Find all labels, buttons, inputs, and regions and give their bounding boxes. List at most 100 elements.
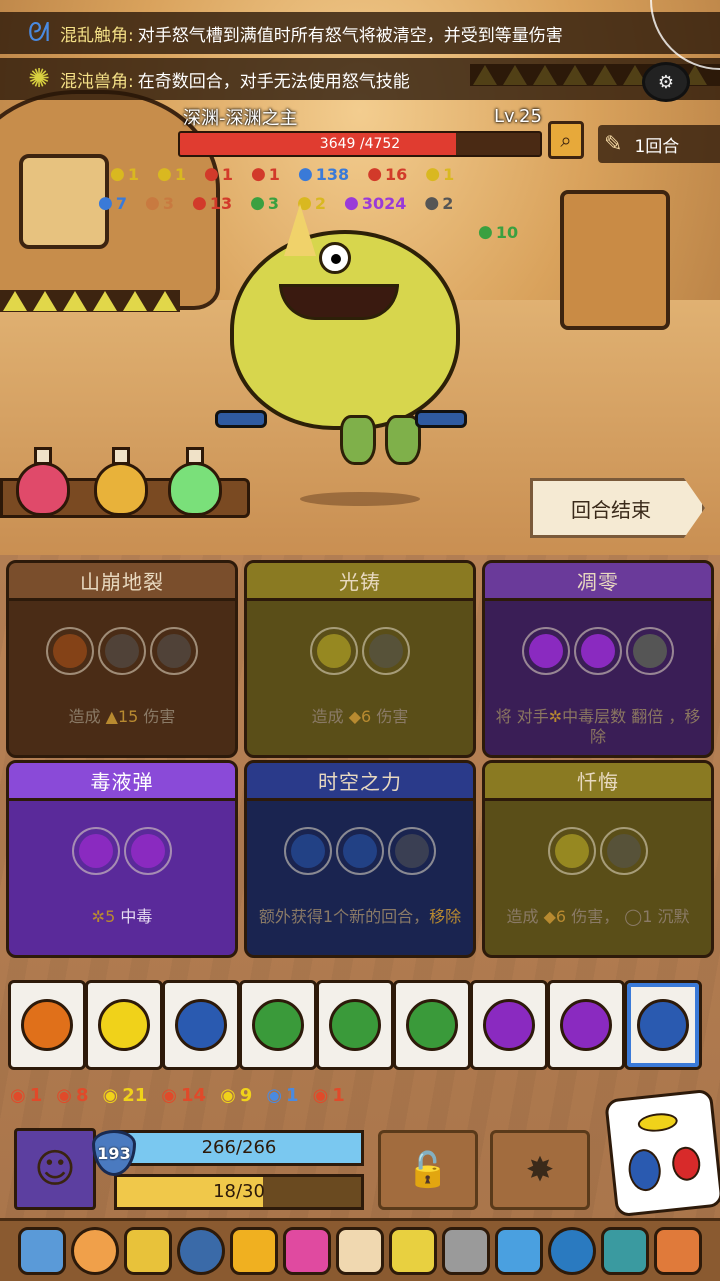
fruit-die[interactable] <box>624 980 702 1070</box>
dice-slot[interactable] <box>124 827 172 875</box>
fruit-icon <box>529 634 563 668</box>
reroll-button[interactable]: ✸ <box>490 1130 590 1210</box>
relic-meat-icon[interactable] <box>654 1227 702 1275</box>
fruit-die[interactable] <box>8 980 86 1070</box>
blueberry-icon <box>637 999 689 1051</box>
player-rage-bar: 18/30 <box>114 1174 364 1210</box>
buff-value: 1 <box>268 164 280 184</box>
chat-icon: ● <box>98 193 113 213</box>
dice-slot[interactable] <box>284 827 332 875</box>
dice-slots[interactable] <box>247 627 473 675</box>
dice-slot[interactable] <box>574 627 622 675</box>
squid-icon: ᘛ <box>27 17 51 48</box>
status-value: 21 <box>122 1085 148 1106</box>
player-status: ◉ 14 <box>161 1085 206 1106</box>
fruit-die[interactable] <box>393 980 471 1070</box>
dice-slots[interactable] <box>9 627 235 675</box>
inspect-button[interactable]: ⌕ <box>548 121 584 159</box>
dice-slot[interactable] <box>150 627 198 675</box>
skill-card[interactable]: 时空之力 额外获得1个新的回合，移除 <box>244 760 476 958</box>
unlock-button[interactable]: 🔓 <box>378 1130 478 1210</box>
skill-card[interactable]: 忏悔 造成 ◆6 伤害， ◯1 沉默 <box>482 760 714 958</box>
potion-red[interactable] <box>16 447 70 516</box>
relic-donut-icon[interactable] <box>71 1227 119 1275</box>
fruit-die[interactable] <box>239 980 317 1070</box>
dice-slot[interactable] <box>548 827 596 875</box>
roll-dice-button[interactable] <box>604 1088 720 1218</box>
gear-icon: ◉ <box>56 1085 72 1106</box>
trait-name: 混乱触角: <box>60 25 134 46</box>
dice-slot[interactable] <box>362 627 410 675</box>
dice-slots[interactable] <box>485 827 711 875</box>
end-turn-button[interactable]: 回合结束 <box>530 478 705 538</box>
player-status-row: ◉ 1 ◉ 8 ◉ 21 ◉ 14 ◉ 9 ◉ 1 ◉ 1 <box>10 1085 345 1106</box>
effect-value: 移除 <box>429 907 462 926</box>
potion-yellow[interactable] <box>94 447 148 516</box>
player-status: ◉ 1 <box>10 1085 42 1106</box>
buff-value: 1 <box>127 164 139 184</box>
dice-slot[interactable] <box>98 627 146 675</box>
lemon-icon <box>636 1111 679 1134</box>
boss-trait-banner-2: ✺ 混沌兽角: 在奇数回合，对手无法使用怒气技能 <box>0 58 720 100</box>
settings-gear-icon[interactable]: ⚙ <box>642 62 690 102</box>
watermelon-icon <box>406 999 458 1051</box>
effect-value: ▲15 <box>105 707 139 726</box>
effect-text: 将 对手 <box>495 707 549 726</box>
cherry-icon <box>670 1145 702 1183</box>
dice-slot[interactable] <box>46 627 94 675</box>
status-value: 9 <box>239 1085 253 1106</box>
grape-icon <box>560 999 612 1051</box>
fruit-die[interactable] <box>162 980 240 1070</box>
dice-slot[interactable] <box>72 827 120 875</box>
fruit-icon <box>607 834 641 868</box>
fruit-die[interactable] <box>316 980 394 1070</box>
dice-slot[interactable] <box>600 827 648 875</box>
relic-box-icon[interactable] <box>389 1227 437 1275</box>
skill-card[interactable]: 光铸 造成 ◆6 伤害 <box>244 560 476 758</box>
burst-icon: ✸ <box>525 1150 555 1190</box>
fruit-die[interactable] <box>470 980 548 1070</box>
relic-ice-dice-icon[interactable] <box>495 1227 543 1275</box>
fruit-icon <box>291 834 325 868</box>
boss-buff: ● 1 <box>204 164 233 184</box>
dice-slot[interactable] <box>310 627 358 675</box>
armor-value: 193 <box>97 1143 131 1163</box>
skill-card[interactable]: 毒液弹 ✲5 中毒 <box>6 760 238 958</box>
fruit-die[interactable] <box>85 980 163 1070</box>
dice-slots[interactable] <box>485 627 711 675</box>
player-status: ◉ 8 <box>56 1085 88 1106</box>
dice-slots[interactable] <box>247 827 473 875</box>
fruit-icon <box>131 834 165 868</box>
fruit-die[interactable] <box>547 980 625 1070</box>
dice-slot[interactable] <box>626 627 674 675</box>
skill-card[interactable]: 凋零将 对手✲中毒层数 翻倍 ，移除 <box>482 560 714 758</box>
relic-sun-icon[interactable] <box>230 1227 278 1275</box>
effect-text: 伤害 <box>371 707 409 726</box>
relic-cheese-icon[interactable] <box>336 1227 384 1275</box>
padlock-icon: 🔓 <box>406 1150 450 1190</box>
player-avatar[interactable]: ☺ <box>14 1128 96 1210</box>
relic-spring-icon[interactable] <box>124 1227 172 1275</box>
effect-text: 造成 <box>311 707 349 726</box>
dice-slots[interactable] <box>9 827 235 875</box>
fruit-icon <box>633 634 667 668</box>
dice-slot[interactable] <box>388 827 436 875</box>
card-description: 额外获得1个新的回合，移除 <box>257 907 463 927</box>
fruit-icon <box>581 634 615 668</box>
skill-card[interactable]: 山崩地裂 造成 ▲15 伤害 <box>6 560 238 758</box>
relic-water-orb-icon[interactable] <box>177 1227 225 1275</box>
boss-monster[interactable] <box>210 200 480 480</box>
dice-slot[interactable] <box>522 627 570 675</box>
relic-flower-icon[interactable] <box>283 1227 331 1275</box>
player-rage-text: 18/30 <box>213 1181 265 1202</box>
potion-green[interactable] <box>168 447 222 516</box>
relic-creature-icon[interactable] <box>601 1227 649 1275</box>
mango-icon <box>21 999 73 1051</box>
effect-text: 伤害 <box>138 707 176 726</box>
relic-knight-icon[interactable] <box>442 1227 490 1275</box>
dice-slot[interactable] <box>336 827 384 875</box>
relic-blue-flame-icon[interactable] <box>548 1227 596 1275</box>
relic-crystal-icon[interactable] <box>18 1227 66 1275</box>
player-hp-bar: 266/266 <box>114 1130 364 1166</box>
relic-bar <box>0 1218 720 1281</box>
